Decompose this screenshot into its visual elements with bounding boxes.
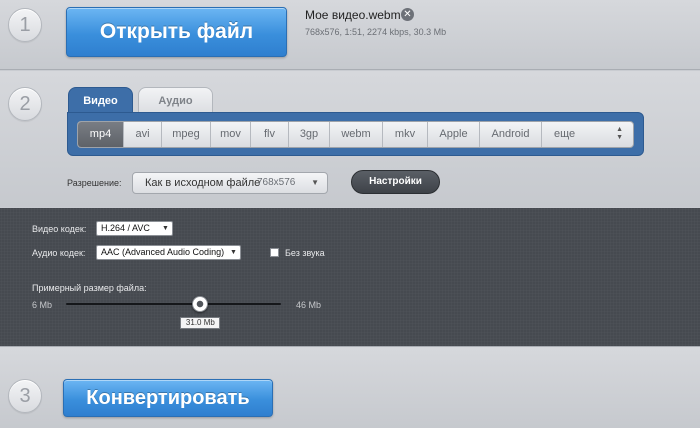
file-size-min: 6 Mb — [32, 300, 53, 310]
format-mkv[interactable]: mkv — [383, 122, 428, 147]
format-webm[interactable]: webm — [330, 122, 383, 147]
settings-button[interactable]: Настройки — [351, 170, 440, 194]
resolution-value: Как в исходном файле — [145, 177, 261, 189]
mute-label: Без звука — [285, 248, 325, 258]
format-mp4[interactable]: mp4 — [78, 122, 124, 147]
file-size-value: 31.0 Mb — [180, 317, 221, 329]
chevron-down-icon: ▼ — [230, 249, 237, 256]
format-label: mp4 — [89, 128, 112, 140]
format-label: еще — [554, 128, 576, 140]
step-format: 2 Видео Аудио mp4 avi mpeg mov flv 3gp webm mkv… — [0, 71, 700, 207]
format-label: avi — [135, 128, 150, 140]
format-label: Android — [491, 128, 530, 140]
format-panel: mp4 avi mpeg mov flv 3gp webm mkv Apple Android ещ… — [67, 112, 644, 156]
remove-file-icon[interactable]: ✕ — [401, 8, 414, 21]
format-flv[interactable]: flv — [251, 122, 289, 147]
format-apple[interactable]: Apple — [428, 122, 480, 147]
file-size-slider-handle[interactable] — [192, 296, 209, 312]
codec-settings-panel: Видео кодек: H.264 / AVC ▼ Аудио кодек: … — [0, 208, 700, 346]
step-convert: 3 Конвертировать — [0, 346, 700, 428]
resolution-dimensions: 768x576 — [257, 177, 296, 188]
format-label: Apple — [439, 128, 468, 140]
convert-button[interactable]: Конвертировать — [63, 379, 273, 417]
format-android[interactable]: Android — [480, 122, 542, 147]
step-number-3: 3 — [8, 379, 42, 413]
format-label: mpeg — [172, 128, 200, 140]
resolution-label: Разрешение: — [67, 178, 122, 188]
format-3gp[interactable]: 3gp — [289, 122, 330, 147]
format-еще[interactable]: еще ▲ ▼ — [542, 122, 633, 147]
format-mpeg[interactable]: mpeg — [162, 122, 211, 147]
format-label: mov — [220, 128, 241, 140]
tab-audio[interactable]: Аудио — [138, 87, 213, 113]
chevron-down-icon: ▼ — [162, 225, 169, 232]
audio-codec-value: AAC (Advanced Audio Coding) — [101, 247, 225, 257]
format-avi[interactable]: avi — [124, 122, 162, 147]
mute-checkbox[interactable] — [270, 248, 279, 257]
format-label: 3gp — [299, 128, 319, 140]
video-codec-label: Видео кодек: — [32, 224, 87, 234]
step-open-file: 1 Открыть файл Мое видео.webm ✕ 768x576,… — [0, 0, 700, 70]
audio-codec-select[interactable]: AAC (Advanced Audio Coding) ▼ — [96, 245, 241, 260]
format-mov[interactable]: mov — [211, 122, 251, 147]
video-codec-select[interactable]: H.264 / AVC ▼ — [96, 221, 173, 236]
step-number-1: 1 — [8, 8, 42, 42]
file-name: Мое видео.webm — [305, 8, 401, 22]
file-meta: 768x576, 1:51, 2274 kbps, 30.3 Mb — [305, 27, 447, 37]
format-label: mkv — [394, 128, 416, 140]
resolution-select[interactable]: Как в исходном файле 768x576 ▼ — [132, 172, 328, 194]
format-label: flv — [264, 128, 275, 140]
open-file-button[interactable]: Открыть файл — [66, 7, 287, 57]
chevron-down-icon: ▼ — [311, 178, 319, 187]
file-size-slider[interactable] — [66, 303, 281, 305]
file-size-max: 46 Mb — [296, 300, 322, 310]
tab-video[interactable]: Видео — [68, 87, 133, 113]
file-size-label: Примерный размер файла: — [32, 283, 147, 293]
format-label: webm — [341, 128, 371, 140]
audio-codec-label: Аудио кодек: — [32, 248, 86, 258]
video-codec-value: H.264 / AVC — [101, 223, 150, 233]
step-number-2: 2 — [8, 87, 42, 121]
format-bar: mp4 avi mpeg mov flv 3gp webm mkv Apple Android ещ… — [77, 121, 634, 148]
chevron-up-down-icon: ▲ ▼ — [616, 126, 623, 141]
